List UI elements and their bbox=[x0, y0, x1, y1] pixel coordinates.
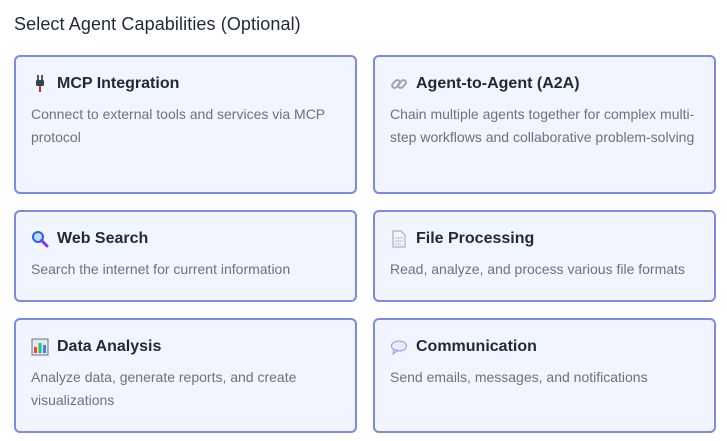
capability-card-file-processing[interactable]: File Processing Read, analyze, and proce… bbox=[373, 210, 716, 302]
magnifier-icon bbox=[31, 230, 49, 248]
card-description: Chain multiple agents together for compl… bbox=[390, 106, 695, 145]
card-title: Web Search bbox=[57, 230, 149, 247]
card-title: Data Analysis bbox=[57, 338, 162, 355]
card-description: Read, analyze, and process various file … bbox=[390, 261, 685, 277]
card-header: File Processing bbox=[390, 230, 698, 248]
speech-bubble-icon bbox=[390, 338, 408, 356]
document-icon bbox=[390, 230, 408, 248]
card-title: Agent-to-Agent (A2A) bbox=[416, 75, 580, 92]
plug-icon bbox=[31, 75, 49, 93]
card-header: Agent-to-Agent (A2A) bbox=[390, 75, 698, 93]
card-title: File Processing bbox=[416, 230, 535, 247]
card-description: Search the internet for current informat… bbox=[31, 261, 291, 277]
section-title: Select Agent Capabilities (Optional) bbox=[14, 14, 301, 34]
capability-card-mcp-integration[interactable]: MCP Integration Connect to external tool… bbox=[14, 55, 357, 194]
card-description: Send emails, messages, and notifications bbox=[390, 369, 648, 385]
card-header: Communication bbox=[390, 338, 698, 356]
card-header: Web Search bbox=[31, 230, 339, 248]
capability-card-agent-to-agent[interactable]: Agent-to-Agent (A2A) Chain multiple agen… bbox=[373, 55, 716, 194]
card-title: Communication bbox=[416, 338, 537, 355]
capabilities-grid: MCP Integration Connect to external tool… bbox=[14, 55, 716, 433]
capability-card-communication[interactable]: Communication Send emails, messages, and… bbox=[373, 318, 716, 433]
capability-card-web-search[interactable]: Web Search Search the internet for curre… bbox=[14, 210, 357, 302]
card-header: MCP Integration bbox=[31, 75, 339, 93]
link-icon bbox=[390, 75, 408, 93]
card-title: MCP Integration bbox=[57, 75, 180, 92]
card-description: Analyze data, generate reports, and crea… bbox=[31, 369, 297, 408]
capability-card-data-analysis[interactable]: Data Analysis Analyze data, generate rep… bbox=[14, 318, 357, 433]
card-description: Connect to external tools and services v… bbox=[31, 106, 325, 145]
bar-chart-icon bbox=[31, 338, 49, 356]
card-header: Data Analysis bbox=[31, 338, 339, 356]
